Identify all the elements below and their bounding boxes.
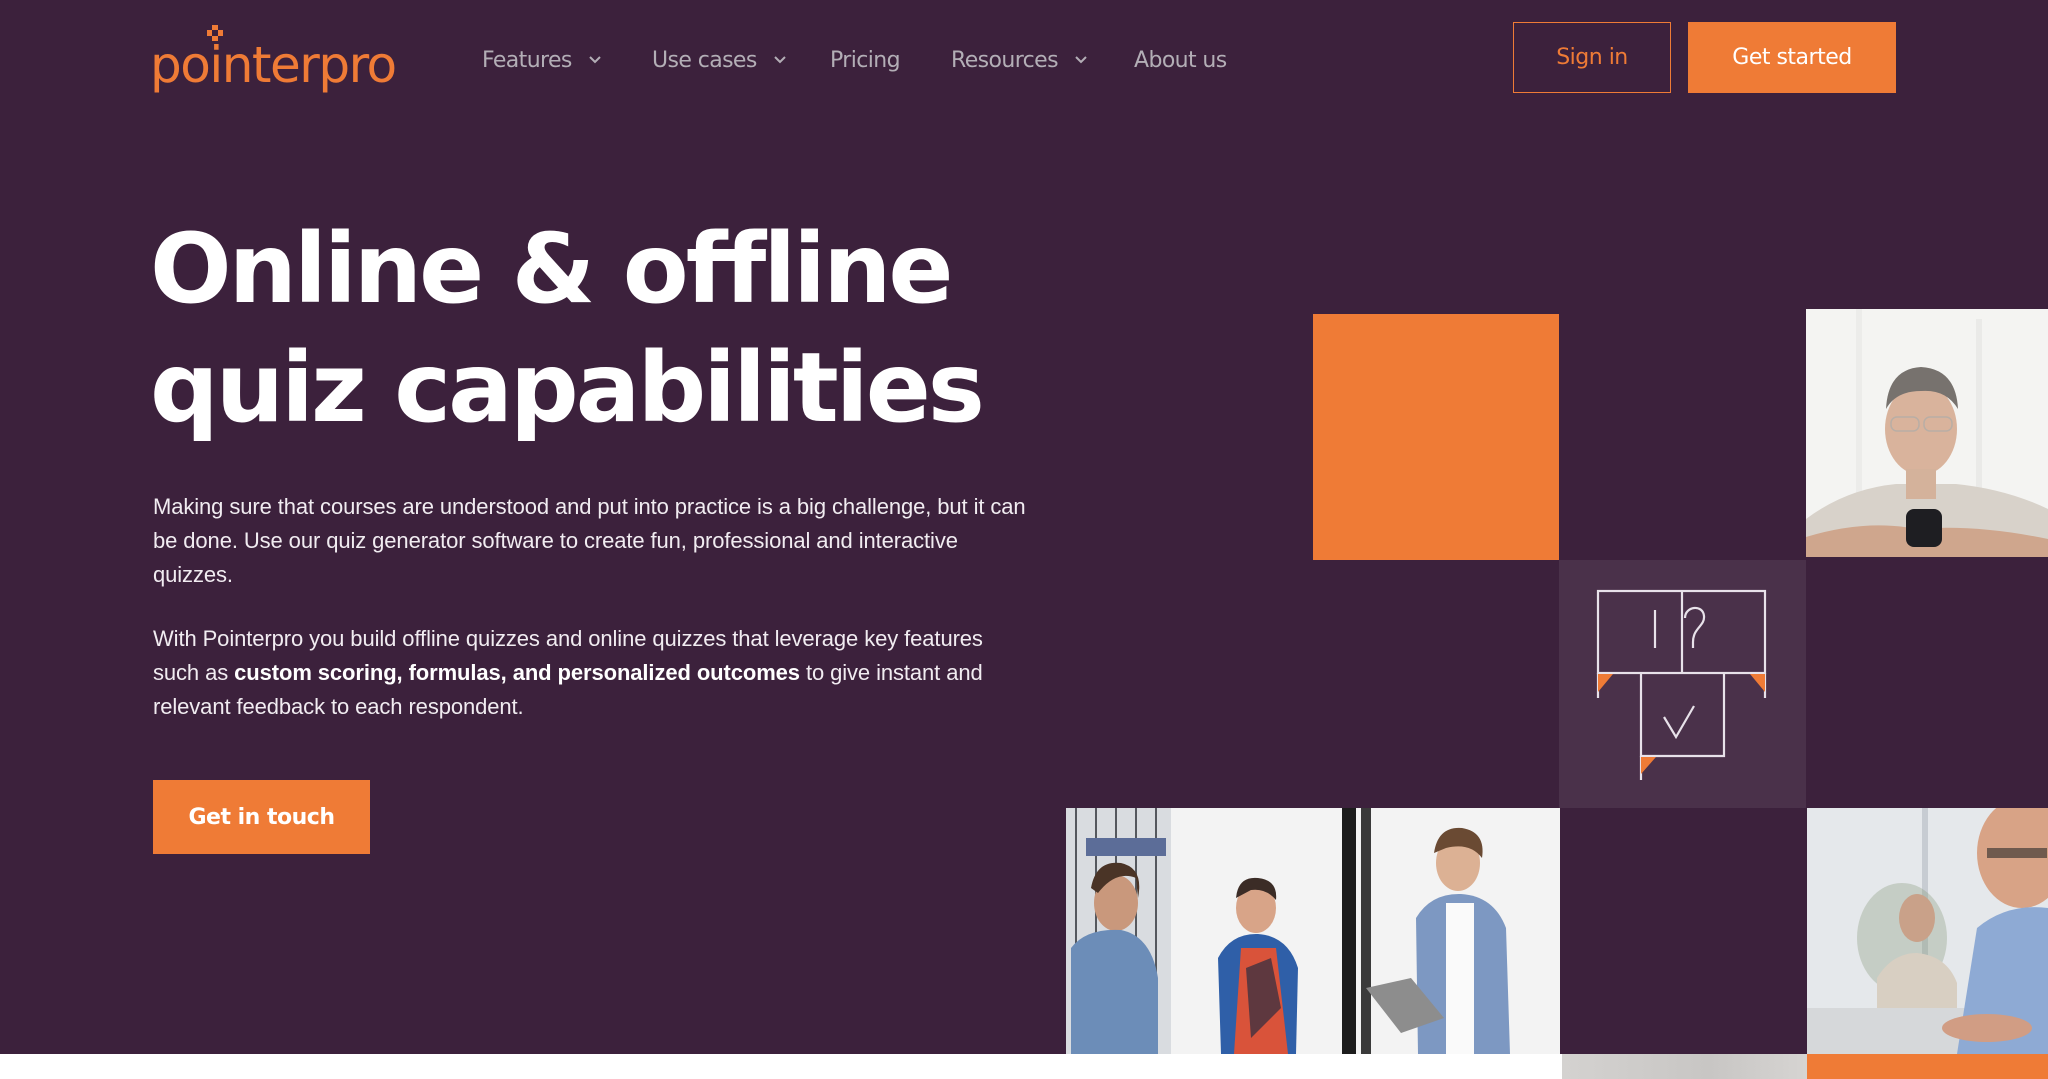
nav-item-use-cases[interactable]: Use cases <box>652 40 787 80</box>
photo-colleagues-talking <box>1066 808 1560 1054</box>
photo-man-with-mug <box>1806 309 2048 557</box>
nav-item-pricing[interactable]: Pricing <box>830 40 901 80</box>
nav-label: Pricing <box>830 47 901 73</box>
sign-in-button[interactable]: Sign in <box>1513 22 1671 93</box>
page-title: Online & offline quiz capabilities <box>150 210 985 448</box>
title-line-2: quiz capabilities <box>150 332 985 444</box>
chevron-down-icon <box>774 56 786 64</box>
photo-older-man-meeting <box>1807 808 2048 1054</box>
orange-color-block <box>1313 314 1559 560</box>
chevron-down-icon <box>589 56 601 64</box>
features-paragraph: With Pointerpro you build offline quizze… <box>153 622 1033 724</box>
nav-label: About us <box>1134 47 1227 73</box>
man-photo-illustration <box>1806 309 2048 557</box>
chevron-down-icon <box>1075 56 1087 64</box>
nav-label: Use cases <box>652 47 757 73</box>
hero-section: pointerpro Features Use cases Pricing Re… <box>0 0 2048 1054</box>
colleagues-photo-illustration <box>1066 808 1560 1054</box>
pointerpro-logo[interactable]: pointerpro <box>150 22 400 92</box>
get-started-button[interactable]: Get started <box>1688 22 1896 93</box>
quiz-speech-bubbles-icon <box>1596 589 1767 780</box>
title-line-1: Online & offline <box>150 213 954 325</box>
next-section-orange-block <box>1807 1054 2048 1079</box>
meeting-photo-illustration <box>1807 808 2048 1054</box>
highlighted-features: custom scoring, formulas, and personaliz… <box>234 660 800 685</box>
nav-item-features[interactable]: Features <box>482 40 602 80</box>
next-section-photo-edge <box>1562 1054 1807 1079</box>
intro-paragraph: Making sure that courses are understood … <box>153 494 1026 587</box>
get-in-touch-button[interactable]: Get in touch <box>153 780 370 854</box>
nav-label: Features <box>482 47 572 73</box>
quiz-illustration-tile <box>1559 560 1806 808</box>
nav-item-about-us[interactable]: About us <box>1134 40 1227 80</box>
logo-text: pointerpro <box>150 36 397 94</box>
nav-label: Resources <box>951 47 1059 73</box>
nav-item-resources[interactable]: Resources <box>951 40 1088 80</box>
